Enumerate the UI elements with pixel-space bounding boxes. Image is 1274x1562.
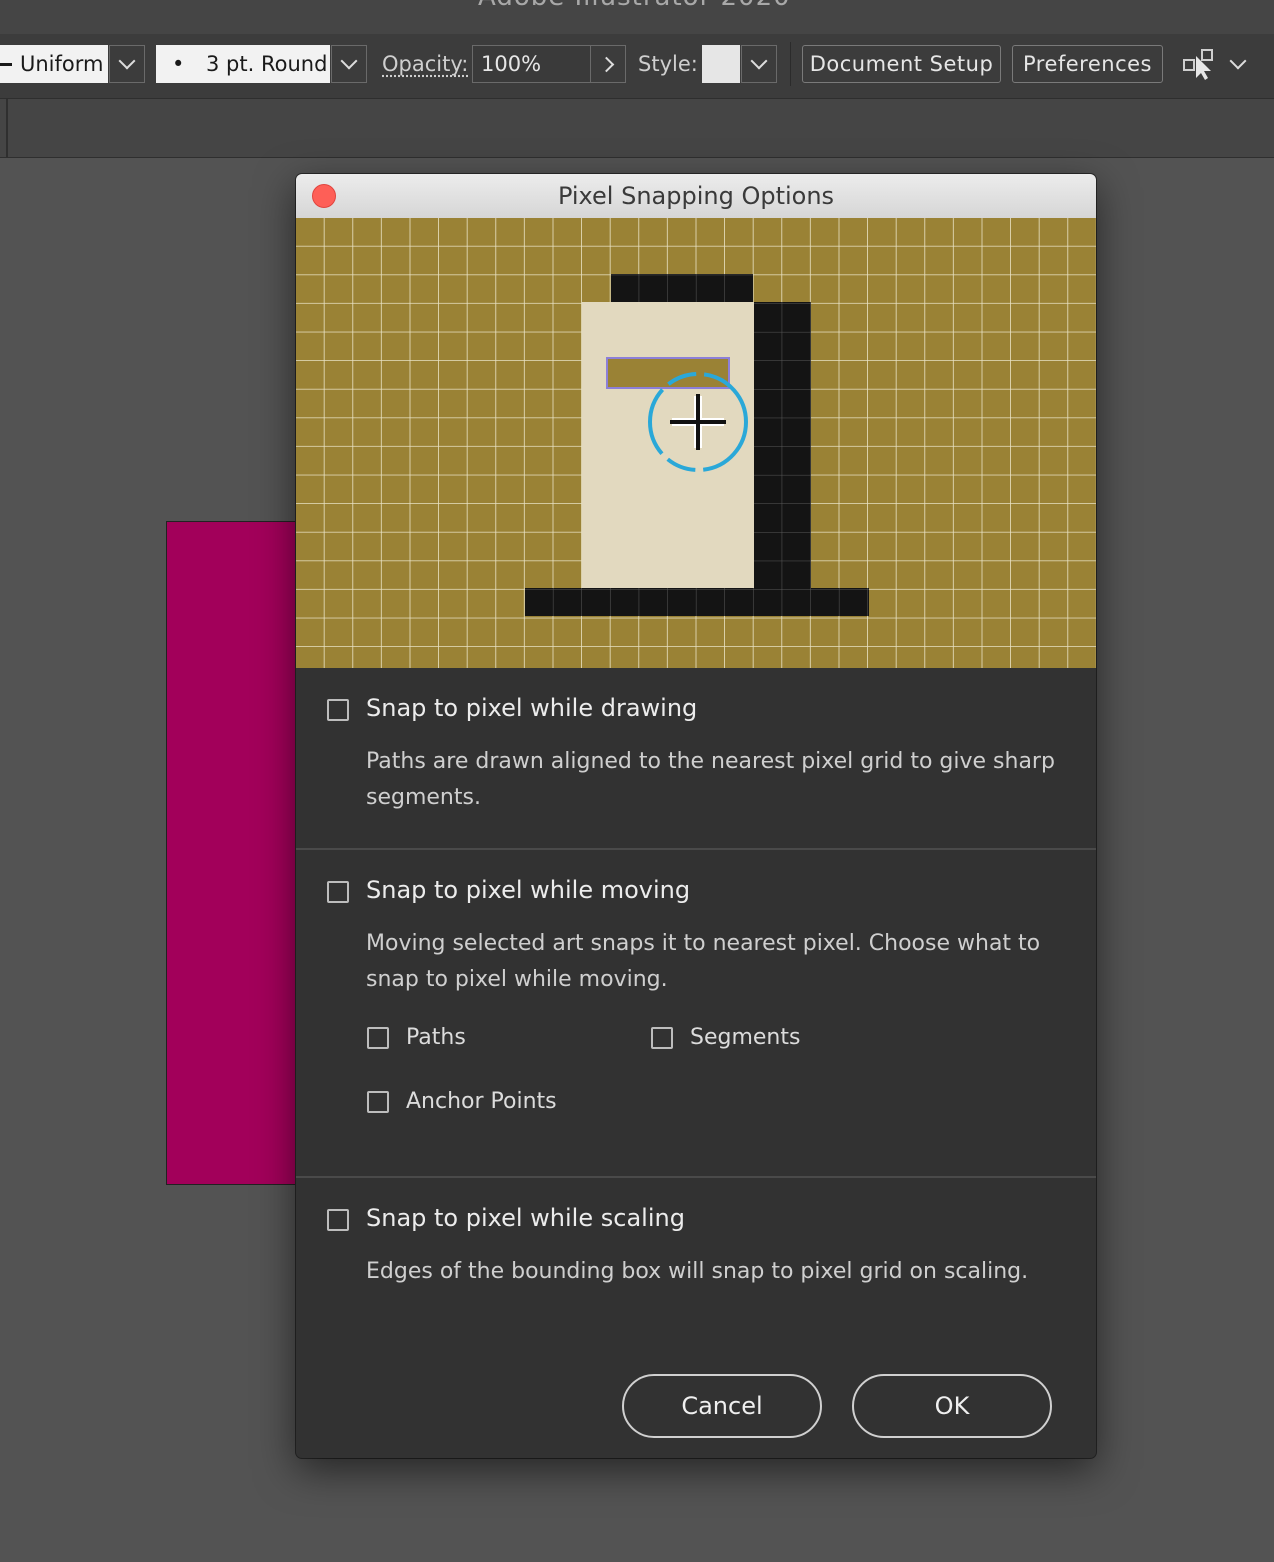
dialog-title-bar: Pixel Snapping Options (296, 174, 1096, 219)
snap-paths-checkbox[interactable] (367, 1027, 389, 1049)
cancel-button[interactable]: Cancel (622, 1374, 822, 1438)
dialog-title: Pixel Snapping Options (557, 182, 835, 210)
snap-while-drawing-description: Paths are drawn aligned to the nearest p… (366, 749, 1055, 810)
snap-segments-label[interactable]: Segments (690, 1025, 800, 1050)
opacity-label[interactable]: Opacity: (382, 45, 468, 83)
opacity-expand-button[interactable] (590, 45, 626, 83)
preview-base-bar (525, 588, 869, 616)
ok-button[interactable]: OK (852, 1374, 1052, 1438)
stroke-profile-dropdown-button[interactable] (109, 45, 145, 83)
snap-paths-label[interactable]: Paths (406, 1025, 466, 1050)
preview-top-bar (611, 274, 753, 302)
snap-while-drawing-checkbox[interactable] (327, 699, 349, 721)
brush-definition-value: 3 pt. Round (206, 52, 328, 76)
chevron-down-icon (340, 52, 358, 70)
pixel-snapping-preview-illustration (296, 218, 1096, 668)
preview-door-panel (582, 302, 754, 588)
app-title-bar: Adobe Illustrator 2020 (0, 0, 1274, 34)
style-dropdown-button[interactable] (741, 45, 777, 83)
stroke-profile-line-icon (0, 63, 12, 66)
preview-right-column (754, 302, 811, 588)
brush-definition-dropdown-button[interactable] (331, 45, 367, 83)
document-setup-button[interactable]: Document Setup (802, 45, 1001, 83)
chevron-down-icon (1229, 52, 1247, 70)
select-similar-dropdown-button[interactable] (1226, 45, 1250, 83)
pixel-snapping-options-dialog: Pixel Snapping Options Snap to pixel whi… (296, 174, 1096, 1458)
chevron-right-icon (598, 56, 614, 72)
snap-while-scaling-checkbox[interactable] (327, 1209, 349, 1231)
section-divider (296, 1176, 1096, 1178)
preferences-button[interactable]: Preferences (1012, 45, 1163, 83)
tabs-bar (0, 99, 1274, 158)
snap-while-moving-description: Moving selected art snaps it to nearest … (366, 931, 1041, 992)
snap-while-drawing-label[interactable]: Snap to pixel while drawing (366, 694, 697, 722)
snap-while-moving-checkbox[interactable] (327, 881, 349, 903)
control-bar: Uniform • 3 pt. Round Opacity: 100% Styl… (0, 34, 1274, 99)
snap-while-scaling-description: Edges of the bounding box will snap to p… (366, 1259, 1029, 1284)
magenta-rectangle-artwork[interactable] (166, 521, 306, 1185)
chevron-down-icon (118, 52, 136, 70)
snap-segments-checkbox[interactable] (651, 1027, 673, 1049)
stroke-profile-value: Uniform (20, 52, 104, 76)
brush-dot-icon: • (172, 52, 185, 76)
snap-anchor-points-checkbox[interactable] (367, 1091, 389, 1113)
opacity-input[interactable]: 100% (472, 45, 590, 83)
stroke-profile-field[interactable]: Uniform (0, 45, 108, 83)
section-divider (296, 848, 1096, 850)
style-swatch[interactable] (702, 45, 740, 83)
snap-while-moving-label[interactable]: Snap to pixel while moving (366, 876, 690, 904)
style-label: Style: (638, 52, 698, 76)
select-similar-objects-icon[interactable] (1182, 48, 1218, 82)
control-bar-divider (790, 42, 791, 86)
snap-anchor-points-label[interactable]: Anchor Points (406, 1089, 557, 1114)
brush-definition-field[interactable]: • 3 pt. Round (156, 45, 330, 83)
app-title: Adobe Illustrator 2020 (478, 0, 791, 12)
snap-while-scaling-label[interactable]: Snap to pixel while scaling (366, 1204, 685, 1232)
chevron-down-icon (750, 52, 768, 70)
preview-graphic (296, 218, 1096, 668)
tabs-bar-edge (6, 99, 8, 157)
